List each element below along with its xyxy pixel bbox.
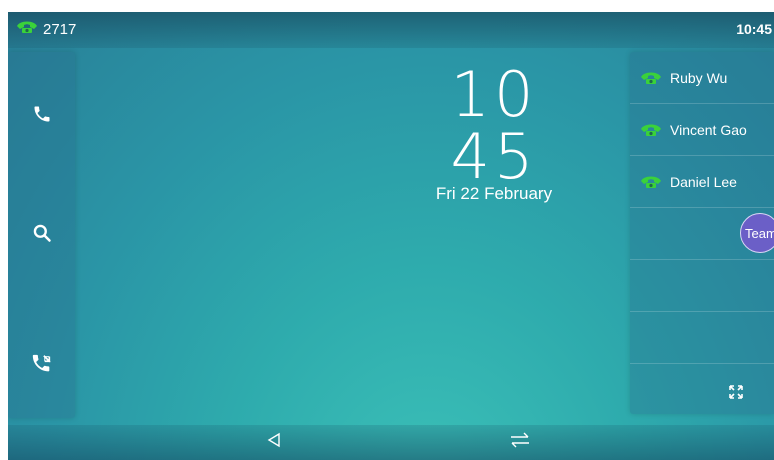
status-bar: 2717 10:45 [8, 12, 774, 48]
switch-arrows-icon [509, 431, 531, 454]
green-phone-icon [640, 174, 664, 190]
search-icon [32, 223, 52, 248]
team-badge[interactable]: Team [740, 213, 774, 253]
left-shortcut-panel [8, 52, 75, 418]
switch-button[interactable] [500, 425, 540, 460]
dsskey-vincent-gao[interactable]: Vincent Gao [630, 104, 774, 156]
phone-icon [32, 104, 52, 129]
back-button[interactable] [254, 425, 294, 460]
status-time: 10:45 [736, 21, 772, 37]
expand-icon [729, 384, 743, 404]
green-phone-icon [16, 20, 38, 38]
account-status[interactable]: 2717 [16, 20, 76, 38]
home-clock: 10 45 Fri 22 February [412, 64, 576, 204]
call-log-icon [31, 353, 53, 380]
navigation-bar [8, 425, 774, 460]
call-history-button[interactable] [8, 336, 75, 396]
extension-number: 2717 [43, 20, 77, 38]
dsskey-label: Daniel Lee [670, 173, 737, 190]
clock-date: Fri 22 February [435, 184, 553, 203]
expand-button[interactable] [718, 374, 754, 414]
dsskey-label: Vincent Gao [670, 121, 747, 138]
clock-time: 10 45 [450, 58, 538, 193]
dsskey-label: Ruby Wu [670, 69, 728, 86]
dsskey-empty-2[interactable] [630, 312, 774, 364]
dial-button[interactable] [8, 86, 75, 146]
dsskey-team[interactable]: Team [630, 208, 774, 260]
back-triangle-icon [266, 432, 282, 453]
dsskey-empty-1[interactable] [630, 260, 774, 312]
phone-screen: 2717 10:45 10 45 Fri 22 February Ruby Wu… [8, 12, 774, 460]
dsskey-daniel-lee[interactable]: Daniel Lee [630, 156, 774, 208]
dsskey-ruby-wu[interactable]: Ruby Wu [630, 52, 774, 104]
green-phone-icon [640, 70, 664, 86]
search-button[interactable] [8, 205, 75, 265]
green-phone-icon [640, 122, 664, 138]
dsskey-panel: Ruby Wu Vincent Gao Daniel Lee Team [630, 52, 774, 414]
